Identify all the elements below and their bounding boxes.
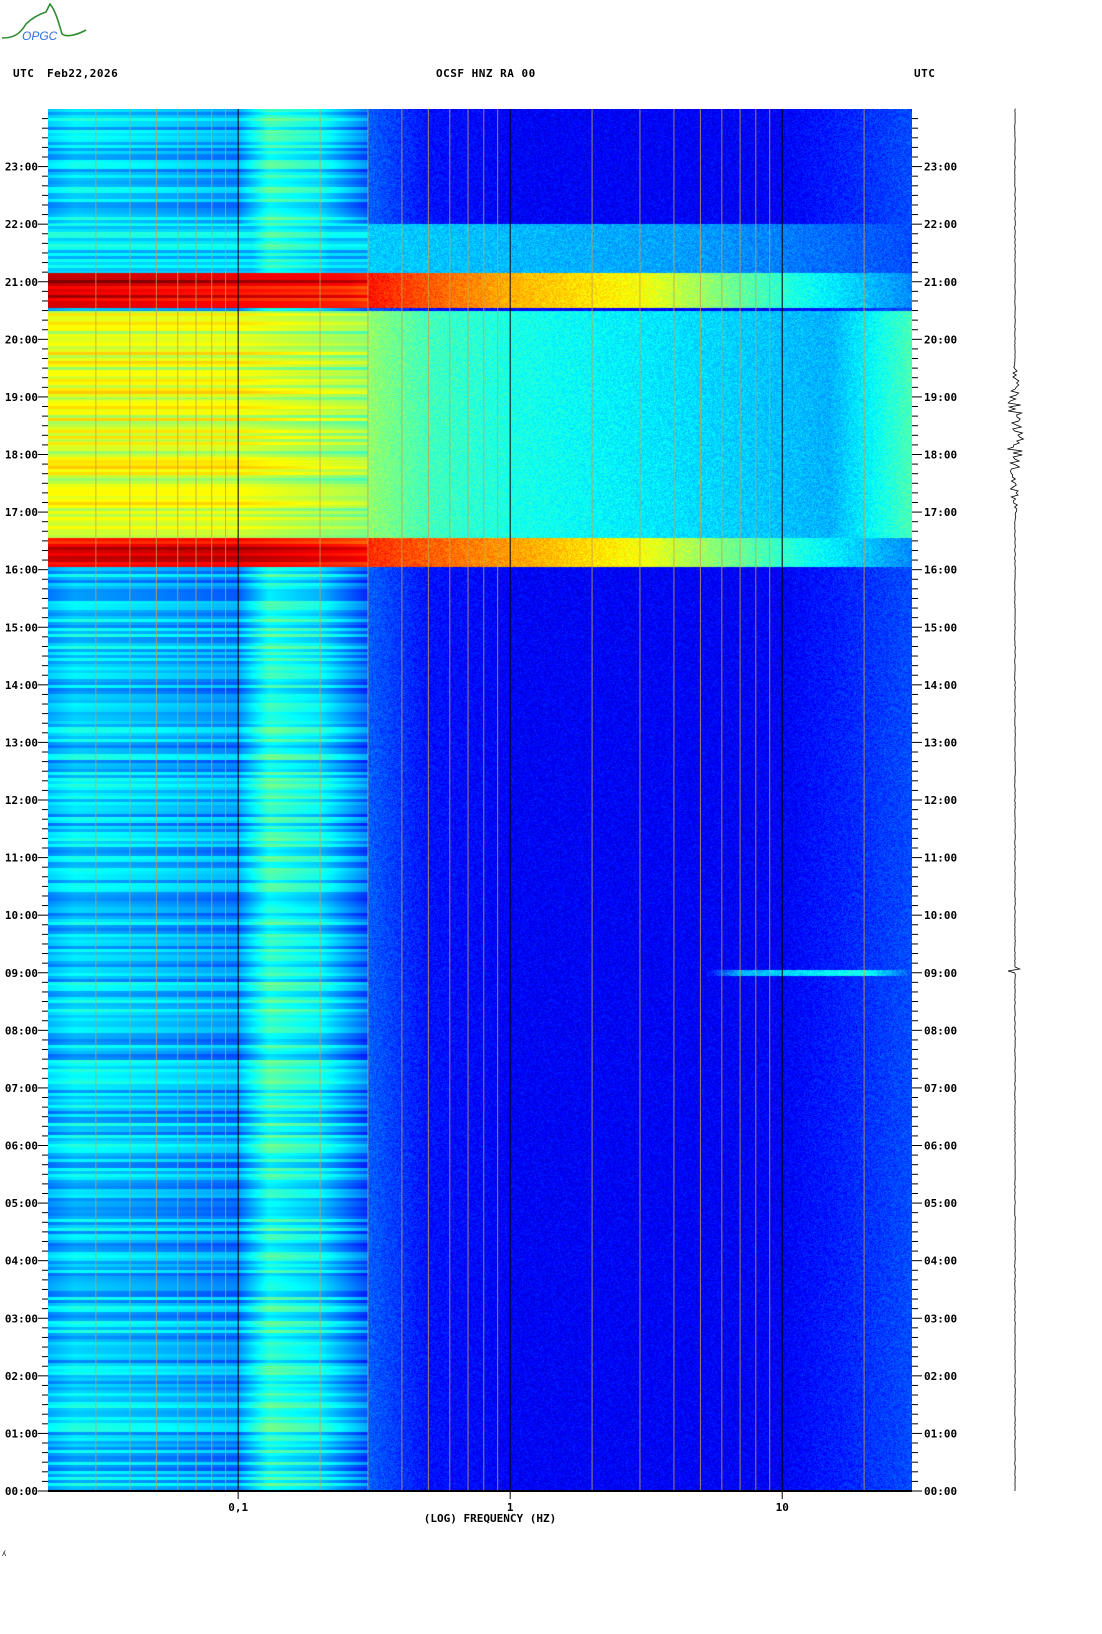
y-tick-label-left: 02:00 bbox=[5, 1370, 38, 1383]
y-tick-label-left: 08:00 bbox=[5, 1024, 38, 1037]
x-axis-label: (LOG) FREQUENCY (HZ) bbox=[424, 1512, 556, 1525]
y-tick-label-right: 04:00 bbox=[924, 1255, 957, 1268]
y-tick-label-right: 23:00 bbox=[924, 161, 957, 174]
y-tick-label-right: 13:00 bbox=[924, 736, 957, 749]
y-tick-label-right: 11:00 bbox=[924, 852, 957, 865]
seismogram-trace bbox=[1007, 108, 1025, 1491]
y-tick-label-left: 05:00 bbox=[5, 1197, 38, 1210]
y-tick-label-right: 01:00 bbox=[924, 1427, 957, 1440]
y-tick-label-left: 12:00 bbox=[5, 794, 38, 807]
y-tick-label-right: 20:00 bbox=[924, 333, 957, 346]
y-tick-label-left: 09:00 bbox=[5, 967, 38, 980]
y-tick-label-right: 21:00 bbox=[924, 276, 957, 289]
y-tick-label-left: 21:00 bbox=[5, 276, 38, 289]
y-tick-label-right: 05:00 bbox=[924, 1197, 957, 1210]
y-tick-label-right: 15:00 bbox=[924, 621, 957, 634]
y-tick-label-left: 07:00 bbox=[5, 1082, 38, 1095]
y-tick-label-left: 17:00 bbox=[5, 506, 38, 519]
footer-mark: ʎ bbox=[2, 1550, 7, 1558]
y-tick-label-left: 13:00 bbox=[5, 736, 38, 749]
y-tick-label-left: 18:00 bbox=[5, 449, 38, 462]
y-tick-label-right: 16:00 bbox=[924, 564, 957, 577]
y-tick-label-right: 18:00 bbox=[924, 449, 957, 462]
y-tick-label-right: 17:00 bbox=[924, 506, 957, 519]
y-tick-label-right: 00:00 bbox=[924, 1485, 957, 1498]
y-tick-label-left: 11:00 bbox=[5, 852, 38, 865]
y-tick-label-left: 00:00 bbox=[5, 1485, 38, 1498]
y-tick-label-right: 03:00 bbox=[924, 1312, 957, 1325]
y-tick-label-left: 14:00 bbox=[5, 679, 38, 692]
y-tick-label-left: 20:00 bbox=[5, 333, 38, 346]
y-tick-label-right: 07:00 bbox=[924, 1082, 957, 1095]
y-tick-label-right: 02:00 bbox=[924, 1370, 957, 1383]
y-tick-label-left: 04:00 bbox=[5, 1255, 38, 1268]
y-tick-label-right: 09:00 bbox=[924, 967, 957, 980]
y-tick-label-right: 14:00 bbox=[924, 679, 957, 692]
x-tick-label: 10 bbox=[776, 1501, 789, 1514]
y-tick-label-left: 03:00 bbox=[5, 1312, 38, 1325]
y-tick-label-left: 19:00 bbox=[5, 391, 38, 404]
y-tick-label-left: 16:00 bbox=[5, 564, 38, 577]
y-tick-label-right: 08:00 bbox=[924, 1024, 957, 1037]
chart-axes: 0,1 1 1000:00 00:0001:00 01:0002:00 02:0003:0… bbox=[5, 108, 1025, 1525]
y-tick-label-right: 10:00 bbox=[924, 909, 957, 922]
y-tick-label-right: 12:00 bbox=[924, 794, 957, 807]
y-tick-label-right: 22:00 bbox=[924, 218, 957, 231]
y-tick-label-left: 01:00 bbox=[5, 1427, 38, 1440]
y-tick-label-left: 06:00 bbox=[5, 1140, 38, 1153]
y-tick-label-left: 23:00 bbox=[5, 161, 38, 174]
x-tick-label: 0,1 bbox=[228, 1501, 248, 1514]
y-tick-label-right: 06:00 bbox=[924, 1140, 957, 1153]
y-tick-label-left: 10:00 bbox=[5, 909, 38, 922]
y-tick-label-left: 15:00 bbox=[5, 621, 38, 634]
y-tick-label-left: 22:00 bbox=[5, 218, 38, 231]
y-tick-label-right: 19:00 bbox=[924, 391, 957, 404]
